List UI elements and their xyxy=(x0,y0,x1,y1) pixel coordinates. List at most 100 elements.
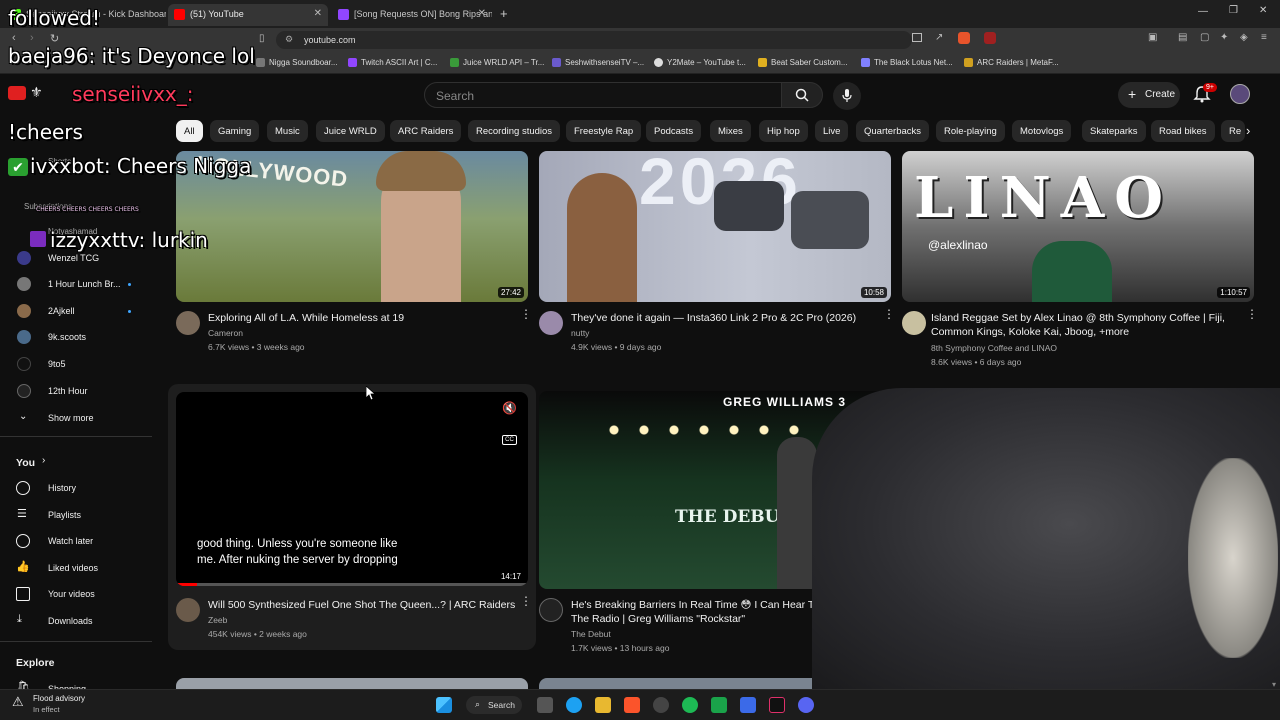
spotify-icon[interactable] xyxy=(682,697,698,713)
sidebar-item-lunch-break[interactable]: 1 Hour Lunch Br... xyxy=(0,273,160,295)
task-view-icon[interactable] xyxy=(537,697,553,713)
video-thumbnail[interactable] xyxy=(539,678,829,689)
sidebar-item-9k-scoots[interactable]: 9k.scoots xyxy=(0,326,160,348)
channel-name[interactable]: Zeeb xyxy=(208,615,227,625)
chevron-right-icon[interactable]: › xyxy=(1246,123,1250,138)
share-icon[interactable]: ↗ xyxy=(935,32,943,43)
channel-name[interactable]: Cameron xyxy=(208,328,243,338)
vpn-icon[interactable]: ◈ xyxy=(1240,32,1248,43)
weather-icon[interactable]: ⚠ xyxy=(12,694,24,710)
file-explorer-icon[interactable] xyxy=(595,697,611,713)
more-options-icon[interactable]: ⋮ xyxy=(520,595,532,607)
back-icon[interactable]: ‹ xyxy=(12,32,16,44)
chip-mixes[interactable]: Mixes xyxy=(710,120,751,142)
channel-avatar[interactable] xyxy=(539,311,563,335)
extension-icon[interactable] xyxy=(984,32,996,44)
mute-icon[interactable]: 🔇 xyxy=(502,401,517,415)
site-info-icon[interactable]: ⚙ xyxy=(285,34,293,45)
bookmark-item[interactable]: Y2Mate – YouTube t... xyxy=(654,58,746,67)
sidebar-item-your-videos[interactable]: Your videos xyxy=(0,583,160,605)
edge-icon[interactable] xyxy=(566,697,582,713)
chip-more[interactable]: Re xyxy=(1221,120,1246,142)
channel-name[interactable]: 8th Symphony Coffee and LINAO xyxy=(931,343,1057,353)
chip-podcasts[interactable]: Podcasts xyxy=(646,120,702,142)
video-preview-player[interactable]: 🔇 CC good thing. Unless you're someone l… xyxy=(176,392,528,586)
video-title[interactable]: Island Reggae Set by Alex Linao @ 8th Sy… xyxy=(931,311,1231,325)
video-title[interactable]: They've done it again — Insta360 Link 2 … xyxy=(571,311,871,325)
sidebar-item-12th-hour[interactable]: 12th Hour xyxy=(0,380,160,402)
chip-road-bikes[interactable]: Road bikes xyxy=(1151,120,1215,142)
new-tab-button[interactable]: + xyxy=(500,6,508,21)
bookmark-item[interactable]: Nigga Soundboar... xyxy=(256,58,338,67)
forward-icon[interactable]: › xyxy=(30,32,34,44)
chip-arc-raiders[interactable]: ARC Raiders xyxy=(390,120,462,142)
streamlabs-icon[interactable] xyxy=(711,697,727,713)
captions-icon[interactable]: CC xyxy=(502,435,517,445)
sidebar-item-watch-later[interactable]: Watch later xyxy=(0,530,160,552)
chip-gaming[interactable]: Gaming xyxy=(210,120,260,142)
sidebar-item-playlists[interactable]: ☰ Playlists xyxy=(0,504,160,526)
video-thumbnail[interactable]: LINAO @alexlinao 1:10:57 xyxy=(902,151,1254,302)
taskbar-search[interactable]: ⌕ Search xyxy=(466,696,522,714)
bookmark-item[interactable]: Beat Saber Custom... xyxy=(758,58,847,67)
menu-icon[interactable]: ≡ xyxy=(1261,32,1267,43)
close-window-button[interactable]: ✕ xyxy=(1259,5,1267,16)
brave-shield-icon[interactable] xyxy=(958,32,970,44)
sidebar-item-9to5[interactable]: 9to5 xyxy=(0,353,160,375)
scroll-down-arrow[interactable]: ▾ xyxy=(1272,680,1276,689)
video-title-line2[interactable]: Common Kings, Koloke Kai, Jboog, +more xyxy=(931,325,1231,339)
bookmark-item[interactable]: The Black Lotus Net... xyxy=(861,58,953,67)
channel-avatar[interactable] xyxy=(902,311,926,335)
more-options-icon[interactable]: ⋮ xyxy=(1246,308,1258,320)
chip-all[interactable]: All xyxy=(176,120,203,142)
maximize-button[interactable]: ❐ xyxy=(1229,5,1238,16)
sidebar-item-history[interactable]: History xyxy=(0,477,160,499)
account-avatar[interactable] xyxy=(1230,84,1250,104)
progress-track[interactable] xyxy=(176,583,528,586)
chip-quarterbacks[interactable]: Quarterbacks xyxy=(856,120,930,142)
more-options-icon[interactable]: ⋮ xyxy=(520,308,532,320)
start-button[interactable] xyxy=(436,697,452,713)
chip-freestyle-rap[interactable]: Freestyle Rap xyxy=(566,120,642,142)
voice-search-button[interactable] xyxy=(833,82,861,110)
leo-icon[interactable]: ✦ xyxy=(1220,32,1228,43)
reader-icon[interactable]: ▤ xyxy=(1178,32,1187,43)
chip-music[interactable]: Music xyxy=(267,120,308,142)
close-tab-icon[interactable]: ✕ xyxy=(314,8,322,19)
bookmark-item[interactable]: Twitch ASCII Art | C... xyxy=(348,58,437,67)
chip-recording-studios[interactable]: Recording studios xyxy=(468,120,561,142)
chip-juice-wrld[interactable]: Juice WRLD xyxy=(316,120,385,142)
bookmark-icon[interactable]: ▯ xyxy=(259,33,265,44)
channel-avatar[interactable] xyxy=(176,311,200,335)
wallet-icon[interactable]: ▢ xyxy=(1200,32,1209,43)
steam-icon[interactable] xyxy=(653,697,669,713)
sidebar-item-liked-videos[interactable]: 👍 Liked videos xyxy=(0,557,160,579)
video-thumbnail[interactable]: 2026 10:58 xyxy=(539,151,891,302)
brave-icon[interactable] xyxy=(624,697,640,713)
minimize-button[interactable]: — xyxy=(1198,6,1208,17)
chip-motovlogs[interactable]: Motovlogs xyxy=(1012,120,1072,142)
chip-hip-hop[interactable]: Hip hop xyxy=(759,120,808,142)
search-button[interactable] xyxy=(781,82,823,108)
bookmark-item[interactable]: ARC Raiders | MetaF... xyxy=(964,58,1059,67)
tab-twitch[interactable]: [Song Requests ON] Bong Rips and F ✕ xyxy=(332,4,492,26)
url-bar[interactable]: ⚙ youtube.com xyxy=(276,31,912,49)
cast-icon[interactable] xyxy=(912,33,922,42)
sidebar-item-downloads[interactable]: ⤓ Downloads xyxy=(0,610,160,632)
video-title[interactable]: Exploring All of L.A. While Homeless at … xyxy=(208,311,508,325)
chip-role-playing[interactable]: Role-playing xyxy=(936,120,1005,142)
channel-name[interactable]: The Debut xyxy=(571,629,611,639)
bookmark-item[interactable]: Juice WRLD API – Tr... xyxy=(450,58,544,67)
chip-skateparks[interactable]: Skateparks xyxy=(1082,120,1146,142)
you-section-header[interactable]: You › xyxy=(0,451,160,473)
create-button[interactable]: + Create xyxy=(1118,82,1180,108)
video-thumbnail[interactable] xyxy=(176,678,528,689)
sidebar-icon[interactable]: ▣ xyxy=(1148,32,1157,43)
bookmark-item[interactable]: SeshwithsenseiTV –... xyxy=(552,58,644,67)
tiktok-icon[interactable] xyxy=(769,697,785,713)
app-icon[interactable] xyxy=(740,697,756,713)
channel-avatar[interactable] xyxy=(539,598,563,622)
video-title[interactable]: Will 500 Synthesized Fuel One Shot The Q… xyxy=(208,598,518,612)
chip-live[interactable]: Live xyxy=(815,120,849,142)
sidebar-item-2ajkell[interactable]: 2Ajkell xyxy=(0,300,160,322)
